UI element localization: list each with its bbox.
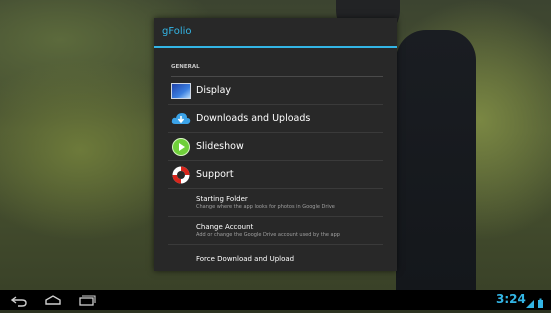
preference-list: Display Downloads and Uploads Slideshow: [168, 77, 383, 272]
pref-downloads-uploads[interactable]: Downloads and Uploads: [168, 105, 383, 133]
system-navigation-bar: 3:24: [0, 290, 551, 310]
pref-slideshow-label: Slideshow: [196, 141, 244, 152]
status-icons: [524, 294, 548, 313]
pref-change-account-summary: Add or change the Google Drive account u…: [196, 232, 340, 238]
pref-support[interactable]: Support: [168, 161, 383, 189]
pref-support-label: Support: [196, 169, 234, 180]
pref-starting-folder-summary: Change where the app looks for photos in…: [196, 204, 335, 210]
clock[interactable]: 3:24: [496, 292, 526, 306]
back-icon[interactable]: [10, 293, 28, 307]
pref-display-label: Display: [196, 85, 232, 96]
pref-display[interactable]: Display: [168, 77, 383, 105]
play-icon: [170, 136, 192, 158]
dialog-title: gFolio: [154, 18, 397, 48]
display-icon: [170, 80, 192, 102]
home-icon[interactable]: [44, 293, 62, 307]
pref-force-download-upload-title: Force Download and Upload: [196, 254, 295, 263]
pref-downloads-uploads-label: Downloads and Uploads: [196, 113, 311, 124]
section-header-general: GENERAL: [171, 64, 383, 77]
pref-starting-folder[interactable]: Starting Folder Change where the app loo…: [168, 189, 383, 217]
pref-change-account-title: Change Account: [196, 223, 254, 231]
pref-slideshow[interactable]: Slideshow: [168, 133, 383, 161]
lifebuoy-icon: [170, 164, 192, 186]
wallpaper-figure: [396, 30, 476, 290]
pref-change-account[interactable]: Change Account Add or change the Google …: [168, 217, 383, 245]
pref-force-download-upload[interactable]: Force Download and Upload: [168, 245, 383, 272]
pref-starting-folder-title: Starting Folder: [196, 195, 248, 203]
recent-apps-icon[interactable]: [78, 293, 96, 307]
settings-dialog: gFolio GENERAL Display Downloads and Upl…: [154, 18, 397, 271]
cloud-download-icon: [170, 108, 192, 130]
